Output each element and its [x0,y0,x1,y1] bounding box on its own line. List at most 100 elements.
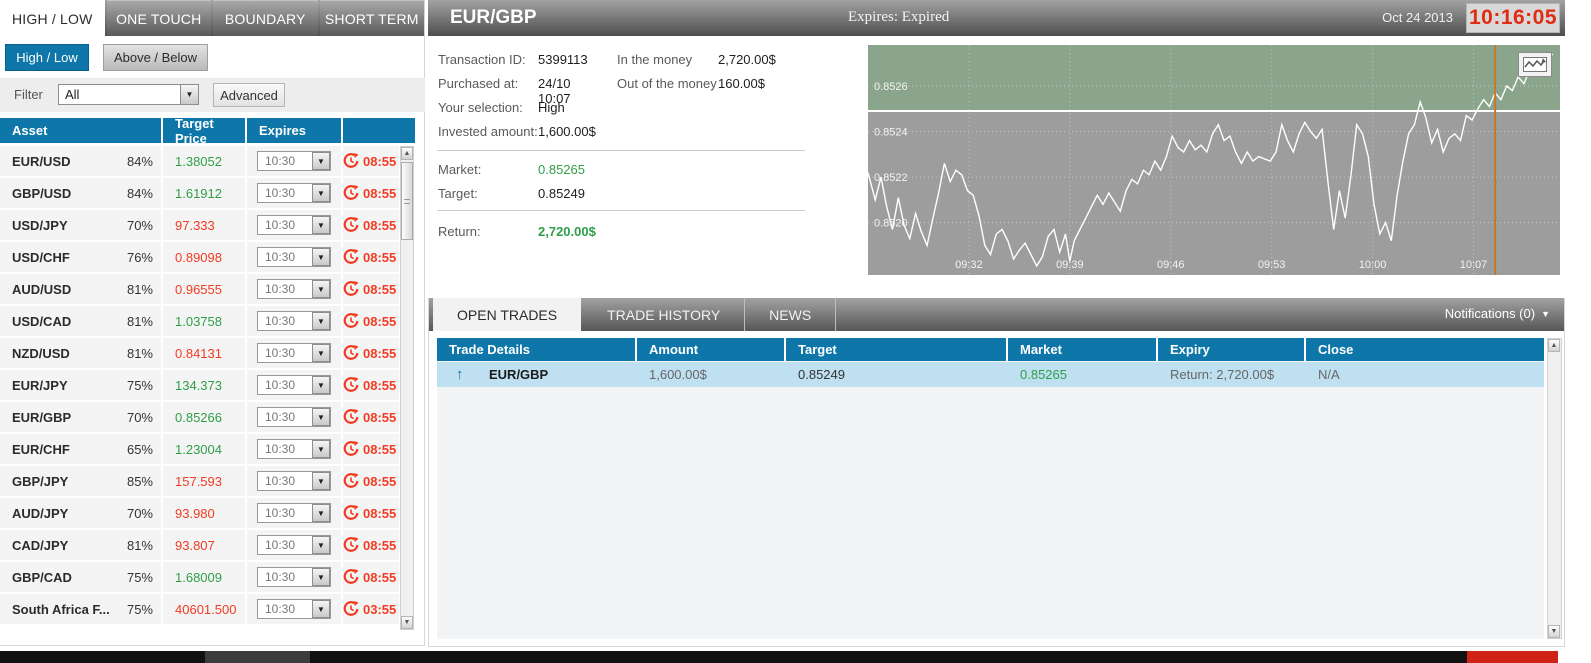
y-axis-tick-label: 0.8520 [874,218,908,230]
expiry-select[interactable]: 10:30 ▼ [257,215,331,235]
subtab-above-below[interactable]: Above / Below [103,44,208,71]
expiry-select-value: 10:30 [265,378,296,392]
expiry-select[interactable]: 10:30 ▼ [257,151,331,171]
chevron-down-icon[interactable]: ▼ [312,504,330,522]
advanced-button[interactable]: Advanced [213,83,285,107]
scroll-down-icon[interactable]: ▼ [1548,625,1560,638]
asset-rows: EUR/USD 84% 1.38052 10:30 ▼ 08:55 GBP/USD 84% 1.… [0,146,399,626]
expiry-select[interactable]: 10:30 ▼ [257,407,331,427]
tab-open-trades[interactable]: OPEN TRADES [433,298,582,331]
chevron-down-icon[interactable]: ▼ [312,248,330,266]
asset-row[interactable]: EUR/JPY 75% 134.373 10:30 ▼ 08:55 [0,370,399,400]
chevron-down-icon[interactable]: ▼ [312,280,330,298]
chevron-down-icon[interactable]: ▼ [312,536,330,554]
chevron-down-icon[interactable]: ▼ [312,376,330,394]
tab-news[interactable]: NEWS [745,298,837,331]
expiry-select[interactable]: 10:30 ▼ [257,599,331,619]
chevron-down-icon[interactable]: ▼ [312,440,330,458]
asset-row[interactable]: EUR/USD 84% 1.38052 10:30 ▼ 08:55 [0,146,399,176]
expiry-select[interactable]: 10:30 ▼ [257,279,331,299]
countdown-clock-icon [343,409,359,425]
scrollbar-thumb[interactable] [401,162,413,240]
expiry-select[interactable]: 10:30 ▼ [257,247,331,267]
expires-cell: 10:30 ▼ [247,530,343,560]
asset-cell: South Africa F... 75% [0,594,163,624]
subtab-high-low[interactable]: High / Low [5,44,89,71]
tab-high-low[interactable]: HIGH / LOW [0,0,105,36]
open-trade-row[interactable]: ↑ EUR/GBP 1,600.00$ 0.85249 0.85265 Return: 2… [437,362,1544,387]
expiry-select[interactable]: 10:30 ▼ [257,343,331,363]
tab-trade-history[interactable]: TRADE HISTORY [583,298,746,331]
asset-payout: 65% [126,441,153,457]
expiry-select[interactable]: 10:30 ▼ [257,503,331,523]
chevron-down-icon[interactable]: ▼ [180,85,198,104]
countdown-clock-icon [343,313,359,329]
countdown-time: 08:55 [363,217,397,233]
target-price-value: 1.68009 [175,569,222,585]
asset-row[interactable]: South Africa F... 75% 40601.500 10:30 ▼ 03:55 [0,594,399,624]
amount-cell: 1,600.00$ [649,367,707,382]
asset-row[interactable]: GBP/CAD 75% 1.68009 10:30 ▼ 08:55 [0,562,399,592]
tab-one-touch[interactable]: ONE TOUCH [106,0,211,36]
trades-scrollbar[interactable]: ▲ ▼ [1547,338,1562,639]
chevron-down-icon[interactable]: ▼ [312,216,330,234]
expiry-select[interactable]: 10:30 ▼ [257,311,331,331]
asset-row[interactable]: AUD/JPY 70% 93.980 10:30 ▼ 08:55 [0,498,399,528]
expiry-select[interactable]: 10:30 ▼ [257,471,331,491]
asset-payout: 70% [126,505,153,521]
chevron-down-icon[interactable]: ▼ [312,152,330,170]
filter-select[interactable]: All ▼ [58,84,199,105]
scroll-down-icon[interactable]: ▼ [401,616,413,629]
chevron-down-icon[interactable]: ▼ [312,600,330,618]
asset-row[interactable]: EUR/GBP 70% 0.85266 10:30 ▼ 08:55 [0,402,399,432]
tab-short-term[interactable]: SHORT TERM [319,0,424,36]
chevron-down-icon[interactable]: ▼ [312,344,330,362]
timer-cell: 08:55 [343,153,397,169]
subtabs: High / Low Above / Below [0,42,424,76]
expires-cell: 10:30 ▼ [247,562,343,592]
instrument-tabs: HIGH / LOW ONE TOUCH BOUNDARY SHORT TERM [0,0,424,36]
asset-list-scrollbar[interactable]: ▲ ▼ [400,146,414,630]
scroll-up-icon[interactable]: ▲ [1548,339,1560,352]
tab-boundary[interactable]: BOUNDARY [213,0,318,36]
column-header-asset: Asset [0,118,163,143]
timer-cell: 08:55 [343,473,397,489]
countdown-clock-icon [343,473,359,489]
expiry-select[interactable]: 10:30 ▼ [257,535,331,555]
expiry-select[interactable]: 10:30 ▼ [257,375,331,395]
expiry-select-value: 10:30 [265,538,296,552]
expiry-select[interactable]: 10:30 ▼ [257,567,331,587]
asset-row[interactable]: AUD/USD 81% 0.96555 10:30 ▼ 08:55 [0,274,399,304]
chevron-down-icon[interactable]: ▼ [312,408,330,426]
expiry-select[interactable]: 10:30 ▼ [257,439,331,459]
asset-row[interactable]: USD/CAD 81% 1.03758 10:30 ▼ 08:55 [0,306,399,336]
column-header-amount: Amount [637,338,786,361]
expiry-select[interactable]: 10:30 ▼ [257,183,331,203]
expires-cell: 10:30 ▼ [247,498,343,528]
chevron-down-icon[interactable]: ▼ [312,312,330,330]
market-value: 0.85265 [538,162,585,177]
expires-cell: 10:30 ▼ [247,594,343,624]
expires-cell: 10:30 ▼ [247,370,343,400]
asset-row[interactable]: EUR/CHF 65% 1.23004 10:30 ▼ 08:55 [0,434,399,464]
chevron-down-icon[interactable]: ▼ [312,184,330,202]
timer-cell: 08:55 [343,313,397,329]
expires-cell: 10:30 ▼ [247,274,343,304]
asset-row[interactable]: CAD/JPY 81% 93.807 10:30 ▼ 08:55 [0,530,399,560]
asset-cell: NZD/USD 81% [0,338,163,368]
x-axis-tick-label: 10:00 [1359,259,1387,271]
asset-row[interactable]: GBP/JPY 85% 157.593 10:30 ▼ 08:55 [0,466,399,496]
chart-type-button[interactable] [1518,52,1552,77]
asset-row[interactable]: GBP/USD 84% 1.61912 10:30 ▼ 08:55 [0,178,399,208]
chevron-down-icon[interactable]: ▼ [312,568,330,586]
trades-tabs: OPEN TRADES TRADE HISTORY NEWS [433,298,837,331]
scroll-up-icon[interactable]: ▲ [401,147,413,160]
notifications-toggle[interactable]: Notifications (0) ▼ [1445,306,1550,321]
chevron-down-icon[interactable]: ▼ [312,472,330,490]
expiry-select-value: 10:30 [265,314,296,328]
asset-row[interactable]: USD/CHF 76% 0.89098 10:30 ▼ 08:55 [0,242,399,272]
countdown-clock-icon [343,249,359,265]
asset-payout: 70% [126,409,153,425]
asset-row[interactable]: USD/JPY 70% 97.333 10:30 ▼ 08:55 [0,210,399,240]
asset-row[interactable]: NZD/USD 81% 0.84131 10:30 ▼ 08:55 [0,338,399,368]
